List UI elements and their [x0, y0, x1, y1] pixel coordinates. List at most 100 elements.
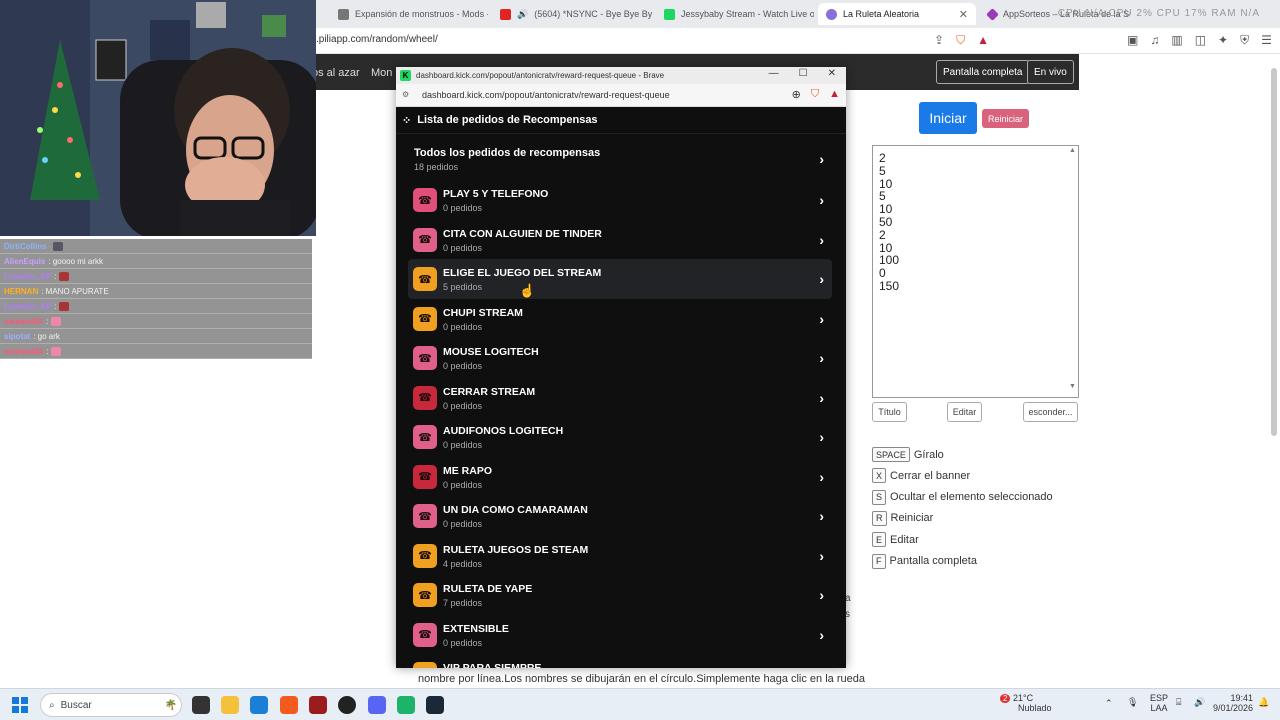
- steam-icon[interactable]: [426, 696, 444, 714]
- reward-row[interactable]: ☎ CERRAR STREAM 0 pedidos ›: [408, 378, 832, 418]
- microphone-icon[interactable]: 🎙: [1127, 697, 1138, 708]
- language-code: ESP: [1150, 693, 1169, 703]
- brave-shield-icon[interactable]: ⛉: [811, 88, 819, 101]
- reset-button[interactable]: Reiniciar: [982, 109, 1029, 128]
- scroll-down-icon[interactable]: ▼: [1068, 383, 1077, 390]
- share-icon[interactable]: ⇪: [934, 33, 944, 48]
- live-button[interactable]: En vivo: [1027, 60, 1074, 84]
- notes-icon[interactable]: [397, 696, 415, 714]
- store-icon[interactable]: [250, 696, 268, 714]
- reward-row[interactable]: ☎ CHUPI STREAM 0 pedidos ›: [408, 299, 832, 339]
- close-icon[interactable]: ✕: [828, 68, 836, 79]
- maximize-icon[interactable]: ☐: [799, 68, 808, 79]
- tab-kick-stream[interactable]: Jessybaby Stream - Watch Live on K: [656, 3, 814, 25]
- name-entry: 10: [879, 176, 893, 191]
- taskbar-search[interactable]: ⌕ Buscar 🌴: [40, 693, 182, 717]
- shortcut-label: Cerrar el banner: [890, 469, 971, 482]
- reward-title: ELIGE EL JUEGO DEL STREAM: [443, 267, 602, 279]
- url-field[interactable]: .piliapp.com/random/wheel/: [316, 34, 438, 45]
- menu-icon[interactable]: ☰: [1261, 33, 1272, 48]
- tab-ruleta-aleatoria[interactable]: La Ruleta Aleatoria ✕: [818, 3, 976, 25]
- music-icon[interactable]: ♫: [1150, 33, 1159, 48]
- shortcut-item: F Pantalla completa: [872, 553, 977, 569]
- reward-phone-icon: ☎: [413, 543, 437, 568]
- app-icon[interactable]: [309, 696, 327, 714]
- start-button[interactable]: Iniciar: [919, 102, 977, 134]
- brave-rewards-icon[interactable]: ▲: [829, 88, 840, 101]
- shortcut-key: E: [872, 532, 887, 548]
- reward-row[interactable]: ☎ AUDIFONOS LOGITECH 0 pedidos ›: [408, 417, 832, 457]
- brave-browser-icon[interactable]: [280, 696, 298, 714]
- panel-icon[interactable]: ▥: [1171, 33, 1182, 48]
- reward-row[interactable]: ☎ CITA CON ALGUIEN DE TINDER 0 pedidos ›: [408, 220, 832, 260]
- chat-username[interactable]: HERNAN: [4, 287, 38, 296]
- chat-username[interactable]: sipotat: [4, 332, 30, 341]
- notifications-icon[interactable]: 🔔: [1258, 697, 1269, 708]
- clock[interactable]: 19:41 9/01/2026: [1213, 693, 1253, 713]
- name-entry: 5: [879, 163, 886, 178]
- hide-button[interactable]: esconder...: [1023, 402, 1078, 422]
- reward-row[interactable]: ☎ PLAY 5 Y TELEFONO 0 pedidos ›: [408, 180, 832, 220]
- reward-row[interactable]: ☎ EXTENSIBLE 0 pedidos ›: [408, 615, 832, 655]
- reward-phone-icon: ☎: [413, 227, 437, 252]
- reward-row[interactable]: ☎ RULETA JUEGOS DE STEAM 4 pedidos ›: [408, 536, 832, 576]
- shortcut-key: X: [872, 468, 887, 484]
- tab-youtube[interactable]: 🔊 (5604) *NSYNC - Bye Bye Bye (O: [492, 3, 652, 25]
- sidebar-icon[interactable]: ▣: [1127, 33, 1138, 48]
- weather-widget[interactable]: 2 21°C Nublado: [1000, 693, 1052, 713]
- reward-count: 5 pedidos: [443, 282, 483, 292]
- chat-message: AlienEquis: goooo mi arkk: [0, 254, 312, 269]
- emote-icon: [51, 316, 62, 326]
- scroll-up-icon[interactable]: ▲: [1068, 147, 1077, 154]
- reward-count: 0 pedidos: [443, 440, 483, 450]
- all-rewards-row[interactable]: Todos los pedidos de recompensas 18 pedi…: [408, 140, 832, 180]
- wallet-icon[interactable]: ◫: [1195, 33, 1206, 48]
- discord-icon[interactable]: [368, 696, 386, 714]
- nav-link-mon[interactable]: Mon: [371, 67, 392, 79]
- title-button[interactable]: Título: [872, 402, 907, 422]
- tray-overflow-icon[interactable]: ⌃: [1105, 698, 1113, 709]
- reward-count: 0 pedidos: [443, 400, 483, 411]
- language-indicator[interactable]: ESP LAA: [1150, 693, 1168, 713]
- tab-monster-mods[interactable]: Expansión de monstruos - Mods - M: [330, 3, 488, 25]
- reward-row[interactable]: ☎ UN DIA COMO CAMARAMAN 0 pedidos ›: [408, 496, 832, 536]
- chat-username[interactable]: DirtiCollins: [4, 242, 47, 251]
- zoom-icon[interactable]: ⊕: [792, 88, 801, 101]
- reward-row[interactable]: ☎ ELIGE EL JUEGO DEL STREAM 5 pedidos ›: [408, 259, 832, 299]
- obs-icon[interactable]: [338, 696, 356, 714]
- reward-row[interactable]: ☎ RULETA DE YAPE 7 pedidos ›: [408, 575, 832, 615]
- chat-text: : MANO APURATE: [41, 286, 109, 296]
- page-scrollbar[interactable]: [1271, 68, 1277, 436]
- minimize-icon[interactable]: —: [769, 68, 779, 79]
- leo-ai-icon[interactable]: ✦: [1218, 33, 1228, 48]
- popup-url[interactable]: dashboard.kick.com/popout/antonicratv/re…: [422, 90, 670, 100]
- brave-rewards-icon[interactable]: ▲: [977, 33, 989, 48]
- brave-shield-icon[interactable]: ⛉: [956, 33, 965, 48]
- reward-count: 0 pedidos: [443, 361, 483, 371]
- network-icon[interactable]: ⌸: [1176, 697, 1181, 708]
- nav-link-random[interactable]: os al azar: [312, 67, 360, 79]
- chat-username[interactable]: Leandro_AP: [4, 302, 51, 311]
- chat-username[interactable]: samqsd24: [4, 317, 43, 326]
- textarea-scrollbar[interactable]: ▲ ▼: [1068, 147, 1077, 396]
- chat-username[interactable]: AlienEquis: [4, 257, 45, 266]
- close-icon[interactable]: ✕: [959, 8, 968, 21]
- windows-start-icon[interactable]: [12, 697, 28, 713]
- chat-username[interactable]: Leandro_AP: [4, 272, 51, 281]
- task-view-icon[interactable]: [192, 696, 210, 714]
- reward-row[interactable]: ☎ ME RAPO 0 pedidos ›: [408, 457, 832, 497]
- shortcut-key: S: [872, 489, 887, 505]
- chat-text: : go ark: [33, 331, 60, 341]
- reward-row[interactable]: ☎ VIP PARA SIEMPRE ›: [408, 654, 832, 668]
- vpn-icon[interactable]: ⛨: [1240, 33, 1249, 48]
- chat-username[interactable]: samqsd24: [4, 347, 43, 356]
- names-textarea[interactable]: 2 5 10 5 10 50 2 10 100 0 150 ▲ ▼: [872, 145, 1079, 398]
- emote-icon: [51, 346, 62, 356]
- fullscreen-button[interactable]: Pantalla completa: [936, 60, 1030, 84]
- youtube-icon: [500, 8, 511, 20]
- file-explorer-icon[interactable]: [221, 696, 239, 714]
- reward-row[interactable]: ☎ MOUSE LOGITECH 0 pedidos ›: [408, 338, 832, 378]
- site-settings-icon[interactable]: ⚙: [402, 90, 409, 99]
- volume-icon[interactable]: 🔊: [1194, 697, 1205, 708]
- edit-button[interactable]: Editar: [947, 402, 982, 422]
